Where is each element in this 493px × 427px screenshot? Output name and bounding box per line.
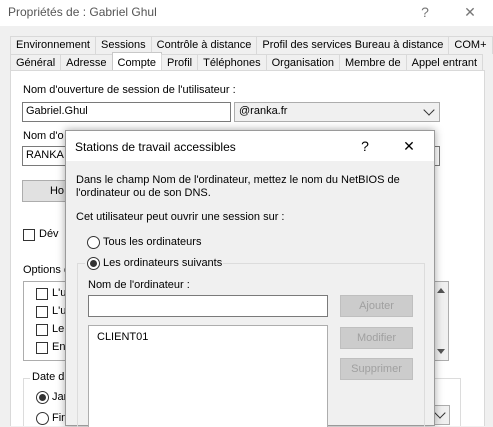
computers-list[interactable]: CLIENT01 bbox=[88, 325, 328, 427]
description-line-1: Dans le champ Nom de l'ordinateur, mette… bbox=[76, 174, 400, 186]
tab-rds-profile[interactable]: Profil des services Bureau à distance bbox=[256, 36, 450, 54]
remove-button[interactable]: Supprimer bbox=[340, 358, 413, 380]
dialog-close-icon[interactable]: ✕ bbox=[394, 136, 424, 156]
chevron-down-icon bbox=[423, 104, 435, 116]
dialog-help-icon[interactable]: ? bbox=[350, 136, 380, 156]
logon-to-label: Cet utilisateur peut ouvrir une session … bbox=[76, 211, 285, 223]
help-icon[interactable]: ? bbox=[410, 2, 440, 22]
account-expiry-label: Date d bbox=[30, 371, 67, 383]
computer-name-input[interactable] bbox=[88, 295, 328, 317]
unlock-account-label: Dév bbox=[39, 228, 59, 240]
edit-button[interactable]: Modifier bbox=[340, 327, 413, 349]
description-line-2: l'ordinateur ou de son DNS. bbox=[76, 187, 211, 199]
option-checkbox-1[interactable] bbox=[36, 288, 48, 300]
window-title: Propriétés de : Gabriel Ghul bbox=[8, 5, 157, 19]
tab-com[interactable]: COM+ bbox=[448, 36, 493, 54]
option-label-4: En bbox=[52, 341, 66, 353]
tab-environment[interactable]: Environnement bbox=[10, 36, 96, 54]
prewin-logon-label: Nom d'o bbox=[23, 130, 64, 142]
expiry-end-radio[interactable] bbox=[36, 412, 49, 425]
close-icon[interactable]: ✕ bbox=[455, 2, 485, 22]
tab-remote-control[interactable]: Contrôle à distance bbox=[150, 36, 258, 54]
following-computers-label: Les ordinateurs suivants bbox=[103, 257, 223, 269]
option-label-3: Le bbox=[52, 323, 65, 335]
expiry-never-radio[interactable] bbox=[36, 391, 49, 404]
computer-name-label: Nom de l'ordinateur : bbox=[88, 279, 190, 291]
option-checkbox-3[interactable] bbox=[36, 324, 48, 336]
domain-value: @ranka.fr bbox=[239, 105, 288, 117]
option-checkbox-4[interactable] bbox=[36, 342, 48, 354]
following-computers-radio[interactable] bbox=[87, 257, 100, 270]
scroll-up-icon[interactable] bbox=[437, 288, 445, 293]
logon-workstations-dialog: Stations de travail accessibles ? ✕ Dans… bbox=[65, 130, 435, 427]
logon-name-input[interactable]: Gabriel.Ghul bbox=[22, 102, 231, 122]
chevron-down-icon bbox=[434, 407, 446, 419]
unlock-account-checkbox[interactable] bbox=[23, 229, 35, 241]
computer-list-item-1[interactable]: CLIENT01 bbox=[97, 331, 148, 343]
title-bar: Propriétés de : Gabriel Ghul ? ✕ bbox=[0, 0, 493, 26]
add-button[interactable]: Ajouter bbox=[340, 295, 413, 317]
tab-account[interactable]: Compte bbox=[111, 52, 163, 72]
dialog-title-bar: Stations de travail accessibles ? ✕ bbox=[66, 131, 434, 161]
all-computers-label: Tous les ordinateurs bbox=[103, 236, 202, 248]
domain-select[interactable]: @ranka.fr bbox=[234, 102, 440, 122]
dialog-title: Stations de travail accessibles bbox=[75, 140, 236, 154]
all-computers-radio[interactable] bbox=[87, 236, 100, 249]
account-options-label: Options d bbox=[23, 264, 71, 276]
option-checkbox-2[interactable] bbox=[36, 306, 48, 318]
logon-name-label: Nom d'ouverture de session de l'utilisat… bbox=[23, 84, 236, 96]
tab-row-1: Environnement Sessions Contrôle à distan… bbox=[10, 36, 493, 54]
scroll-down-icon[interactable] bbox=[437, 349, 445, 354]
